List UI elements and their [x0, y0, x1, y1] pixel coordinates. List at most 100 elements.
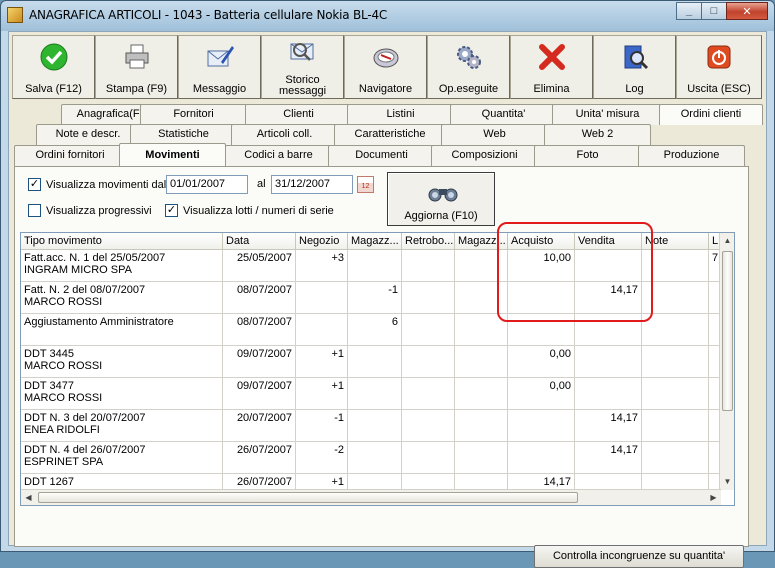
- navigator-button[interactable]: Navigatore: [344, 35, 427, 99]
- tab-unita-misura[interactable]: Unita' misura: [552, 104, 663, 125]
- cell-magazzino-1[interactable]: [348, 346, 402, 378]
- cell-note[interactable]: [642, 314, 709, 346]
- col-tipo-movimento[interactable]: Tipo movimento: [21, 233, 223, 250]
- cell-note[interactable]: [642, 282, 709, 314]
- cell-tipo-movimento[interactable]: DDT 3445 MARCO ROSSI: [21, 346, 223, 378]
- cell-magazzino-2[interactable]: [455, 378, 508, 410]
- cell-negozio[interactable]: [296, 282, 348, 314]
- cell-vendita[interactable]: [575, 378, 642, 410]
- tab-clienti[interactable]: Clienti: [245, 104, 352, 125]
- tab-web[interactable]: Web: [441, 124, 548, 145]
- cell-magazzino-2[interactable]: [455, 314, 508, 346]
- table-row[interactable]: DDT N. 3 del 20/07/2007 ENEA RIDOLFI 20/0…: [21, 410, 721, 442]
- cell-note[interactable]: [642, 442, 709, 474]
- cell-vendita[interactable]: [575, 250, 642, 282]
- tab-documenti[interactable]: Documenti: [328, 145, 435, 166]
- scroll-down-arrow-icon[interactable]: ▼: [720, 474, 734, 490]
- show-movements-checkbox[interactable]: ✓ Visualizza movimenti dal: [28, 178, 166, 191]
- cell-acquisto[interactable]: [508, 282, 575, 314]
- delete-button[interactable]: Elimina: [510, 35, 593, 99]
- cell-retrobottega[interactable]: [402, 442, 455, 474]
- cell-negozio[interactable]: -2: [296, 442, 348, 474]
- cell-retrobottega[interactable]: [402, 250, 455, 282]
- cell-magazzino-1[interactable]: [348, 410, 402, 442]
- cell-note[interactable]: [642, 378, 709, 410]
- scroll-left-arrow-icon[interactable]: ◀: [21, 490, 36, 505]
- cell-retrobottega[interactable]: [402, 282, 455, 314]
- tab-movimenti[interactable]: Movimenti: [119, 143, 226, 166]
- horizontal-scrollbar[interactable]: ◀ ▶: [21, 489, 721, 505]
- cell-acquisto[interactable]: 0,00: [508, 378, 575, 410]
- tab-note-descr[interactable]: Note e descr.: [36, 124, 140, 145]
- cell-data[interactable]: 20/07/2007: [223, 410, 296, 442]
- cell-magazzino-2[interactable]: [455, 410, 508, 442]
- exit-button[interactable]: Uscita (ESC): [676, 35, 762, 99]
- table-row[interactable]: Aggiustamento Amministratore 08/07/2007 6: [21, 314, 721, 346]
- table-row[interactable]: DDT 3445 MARCO ROSSI 09/07/2007 +1 0,00: [21, 346, 721, 378]
- cell-acquisto[interactable]: 0,00: [508, 346, 575, 378]
- table-row[interactable]: Fatt.acc. N. 1 del 25/05/2007 INGRAM MIC…: [21, 250, 721, 282]
- cell-data[interactable]: 09/07/2007: [223, 346, 296, 378]
- cell-negozio[interactable]: +1: [296, 346, 348, 378]
- cell-data[interactable]: 26/07/2007: [223, 442, 296, 474]
- cell-vendita[interactable]: 14,17: [575, 442, 642, 474]
- tab-composizioni[interactable]: Composizioni: [431, 145, 538, 166]
- cell-retrobottega[interactable]: [402, 378, 455, 410]
- horizontal-scroll-thumb[interactable]: [38, 492, 578, 503]
- print-button[interactable]: Stampa (F9): [95, 35, 178, 99]
- vertical-scroll-thumb[interactable]: [722, 251, 733, 411]
- refresh-button[interactable]: Aggiorna (F10): [387, 172, 495, 226]
- tab-web-2[interactable]: Web 2: [544, 124, 651, 145]
- cell-acquisto[interactable]: [508, 442, 575, 474]
- col-acquisto[interactable]: Acquisto: [508, 233, 575, 250]
- cell-tipo-movimento[interactable]: Fatt.acc. N. 1 del 25/05/2007 INGRAM MIC…: [21, 250, 223, 282]
- cell-vendita[interactable]: 14,17: [575, 410, 642, 442]
- col-vendita[interactable]: Vendita: [575, 233, 642, 250]
- scroll-right-arrow-icon[interactable]: ▶: [706, 490, 721, 505]
- table-row[interactable]: DDT 3477 MARCO ROSSI 09/07/2007 +1 0,00: [21, 378, 721, 410]
- cell-negozio[interactable]: -1: [296, 410, 348, 442]
- cell-vendita[interactable]: [575, 314, 642, 346]
- cell-vendita[interactable]: [575, 346, 642, 378]
- tab-produzione[interactable]: Produzione: [638, 145, 745, 166]
- col-magazzino-1[interactable]: Magazz...: [348, 233, 402, 250]
- show-progressive-check-box[interactable]: [28, 204, 41, 217]
- tab-listini[interactable]: Listini: [347, 104, 454, 125]
- cell-note[interactable]: [642, 250, 709, 282]
- cell-negozio[interactable]: [296, 314, 348, 346]
- cell-acquisto[interactable]: [508, 314, 575, 346]
- tab-foto[interactable]: Foto: [534, 145, 641, 166]
- cell-magazzino-1[interactable]: [348, 378, 402, 410]
- cell-note[interactable]: [642, 346, 709, 378]
- message-history-button[interactable]: Storico messaggi: [261, 35, 344, 99]
- tab-caratteristiche[interactable]: Caratteristiche: [334, 124, 446, 145]
- cell-retrobottega[interactable]: [402, 410, 455, 442]
- cell-tipo-movimento[interactable]: Fatt. N. 2 del 08/07/2007 MARCO ROSSI: [21, 282, 223, 314]
- col-negozio[interactable]: Negozio: [296, 233, 348, 250]
- col-magazzino-2[interactable]: Magazz...: [455, 233, 508, 250]
- tab-ordini-fornitori[interactable]: Ordini fornitori: [14, 145, 126, 166]
- col-retrobottega[interactable]: Retrobo...: [402, 233, 455, 250]
- show-progressive-checkbox[interactable]: Visualizza progressivi: [28, 204, 152, 217]
- cell-magazzino-2[interactable]: [455, 442, 508, 474]
- table-row[interactable]: Fatt. N. 2 del 08/07/2007 MARCO ROSSI 08/…: [21, 282, 721, 314]
- cell-note[interactable]: [642, 410, 709, 442]
- cell-magazzino-1[interactable]: [348, 442, 402, 474]
- cell-vendita[interactable]: 14,17: [575, 282, 642, 314]
- close-button[interactable]: ✕: [726, 2, 768, 20]
- cell-acquisto[interactable]: 10,00: [508, 250, 575, 282]
- tab-ordini-clienti[interactable]: Ordini clienti: [659, 104, 763, 125]
- show-movements-check-box[interactable]: ✓: [28, 178, 41, 191]
- cell-tipo-movimento[interactable]: Aggiustamento Amministratore: [21, 314, 223, 346]
- cell-tipo-movimento[interactable]: DDT N. 4 del 26/07/2007 ESPRINET SPA: [21, 442, 223, 474]
- tab-fornitori[interactable]: Fornitori: [140, 104, 247, 125]
- message-button[interactable]: Messaggio: [178, 35, 261, 99]
- date-to-input[interactable]: 31/12/2007: [271, 175, 353, 194]
- col-note[interactable]: Note: [642, 233, 709, 250]
- minimize-button[interactable]: _: [676, 2, 702, 20]
- maximize-button[interactable]: □: [701, 2, 727, 20]
- cell-retrobottega[interactable]: [402, 314, 455, 346]
- tab-quantita[interactable]: Quantita': [450, 104, 557, 125]
- log-button[interactable]: Log: [593, 35, 676, 99]
- cell-data[interactable]: 08/07/2007: [223, 314, 296, 346]
